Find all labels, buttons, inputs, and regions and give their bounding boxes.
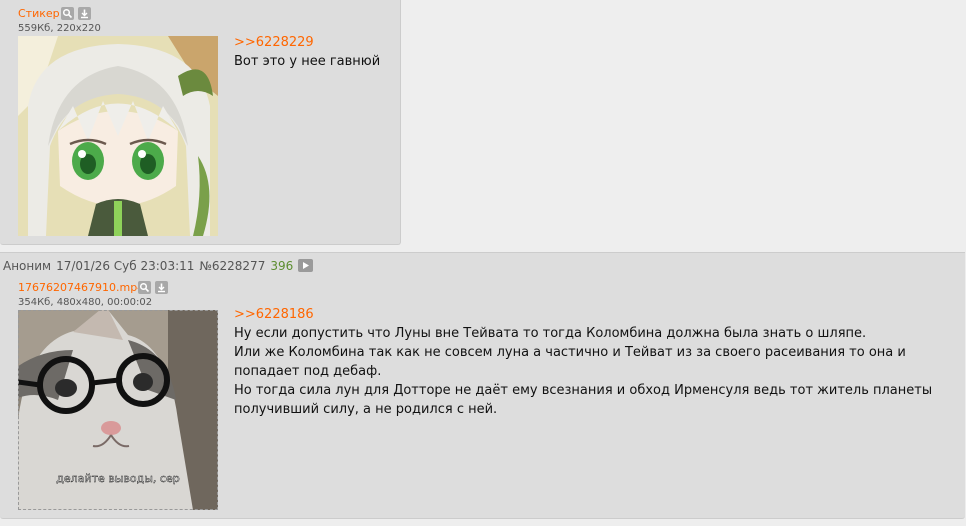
search-icon[interactable] <box>61 7 74 20</box>
message-line: Или же Коломбина так как не совсем луна … <box>234 345 906 360</box>
download-icon[interactable] <box>155 281 168 294</box>
file-meta: 354Кб, 480x480, 00:00:02 <box>18 297 153 308</box>
post-message: Вот это у нее гавнюй <box>234 52 380 71</box>
message-line: Вот это у нее гавнюй <box>234 54 381 69</box>
download-icon[interactable] <box>78 7 91 20</box>
reply-link[interactable]: >>6228186 <box>234 307 314 322</box>
post-date: 17/01/26 Суб 23:03:11 <box>56 259 195 273</box>
post: Стикер 559Кб, 220x220 >>6228229 Вот это … <box>0 0 401 245</box>
post-author: Аноним <box>3 259 52 273</box>
file-name-link[interactable]: Стикер <box>18 7 60 20</box>
search-icon[interactable] <box>138 281 151 294</box>
post-number[interactable]: №6228277 <box>199 259 265 273</box>
post-message: Ну если допустить что Луны вне Тейвата т… <box>234 324 932 419</box>
sticker-thumbnail[interactable] <box>18 36 218 236</box>
play-icon[interactable] <box>298 259 314 272</box>
message-line: Но тогда сила лун для Дотторе не даёт ем… <box>234 383 933 398</box>
post-header: Аноним 17/01/26 Суб 23:03:11 №6228277 396 <box>3 259 318 273</box>
video-caption: делайте выводы, сер <box>56 472 179 485</box>
message-line: получивший силу, а не родился с ней. <box>234 402 498 417</box>
file-meta: 559Кб, 220x220 <box>18 23 101 34</box>
video-thumbnail[interactable]: делайте выводы, сер <box>18 310 218 510</box>
post: Аноним 17/01/26 Суб 23:03:11 №6228277 396 1… <box>0 252 965 519</box>
reply-count[interactable]: 396 <box>270 259 293 273</box>
file-name-link[interactable]: 17676207467910.mp4 <box>18 281 144 294</box>
reply-link[interactable]: >>6228229 <box>234 35 314 50</box>
message-line: попадает под дебаф. <box>234 364 382 379</box>
message-line: Ну если допустить что Луны вне Тейвата т… <box>234 326 867 341</box>
